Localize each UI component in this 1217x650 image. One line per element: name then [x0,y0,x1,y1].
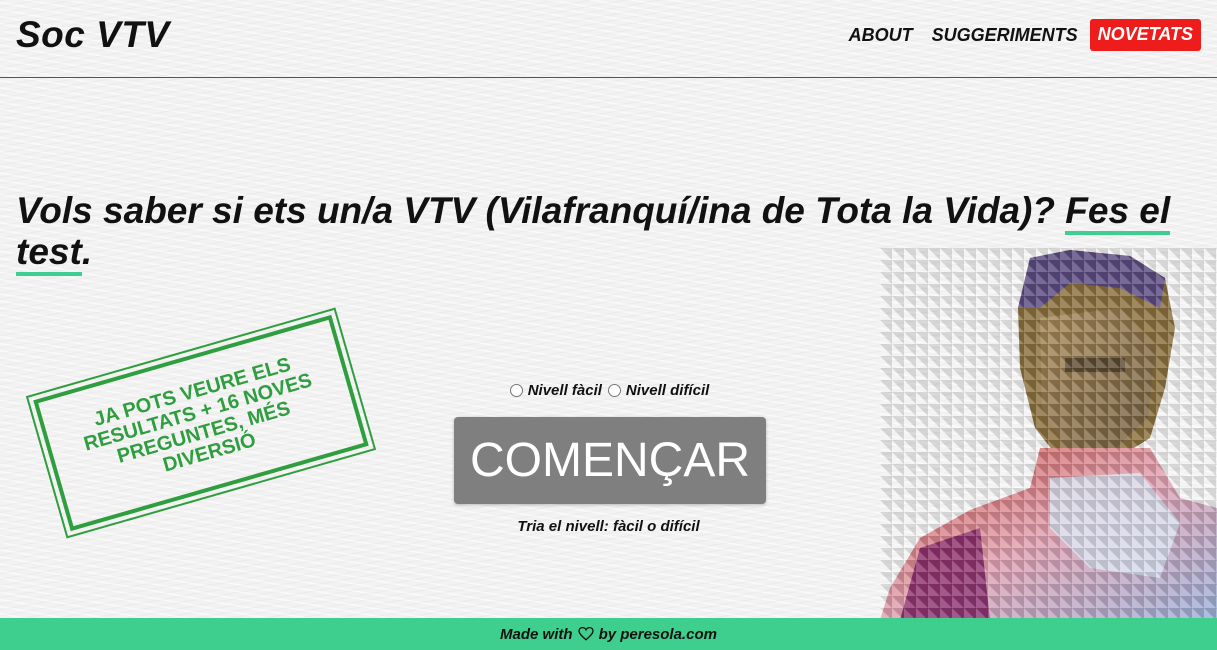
news-stamp: Ja pots veure els resultats + 16 noves p… [26,305,376,541]
pixelated-portrait-image [880,248,1217,620]
level-hard-label: Nivell difícil [625,382,710,399]
site-logo[interactable]: Soc VTV [16,14,170,56]
level-easy-label: Nivell fàcil [527,382,602,399]
level-easy-radio[interactable] [509,384,523,397]
footer-prefix: Made with [500,625,573,643]
level-hard-option[interactable]: Nivell difícil [607,382,710,399]
nav-suggestions-link[interactable]: SUGGERIMENTS [932,25,1078,46]
headline-text: Vols saber si ets un/a VTV (Vilafranquí/… [16,190,1066,231]
level-hard-radio[interactable] [607,384,621,397]
stamp-text: Ja pots veure els resultats + 16 noves p… [81,353,315,477]
level-easy-option[interactable]: Nivell fàcil [509,382,602,399]
site-header: Soc VTV ABOUT SUGGERIMENTS NOVETATS [0,0,1217,78]
start-button[interactable]: COMENÇAR [454,417,766,504]
main-nav: ABOUT SUGGERIMENTS NOVETATS [830,19,1201,51]
nav-about-link[interactable]: ABOUT [849,25,913,46]
site-footer: Made with by peresola.com [0,618,1217,650]
headline-period: . [81,231,93,272]
nav-news-link[interactable]: NOVETATS [1089,19,1201,51]
footer-credit-link[interactable]: by peresola.com [599,626,717,643]
heart-icon [577,627,594,641]
